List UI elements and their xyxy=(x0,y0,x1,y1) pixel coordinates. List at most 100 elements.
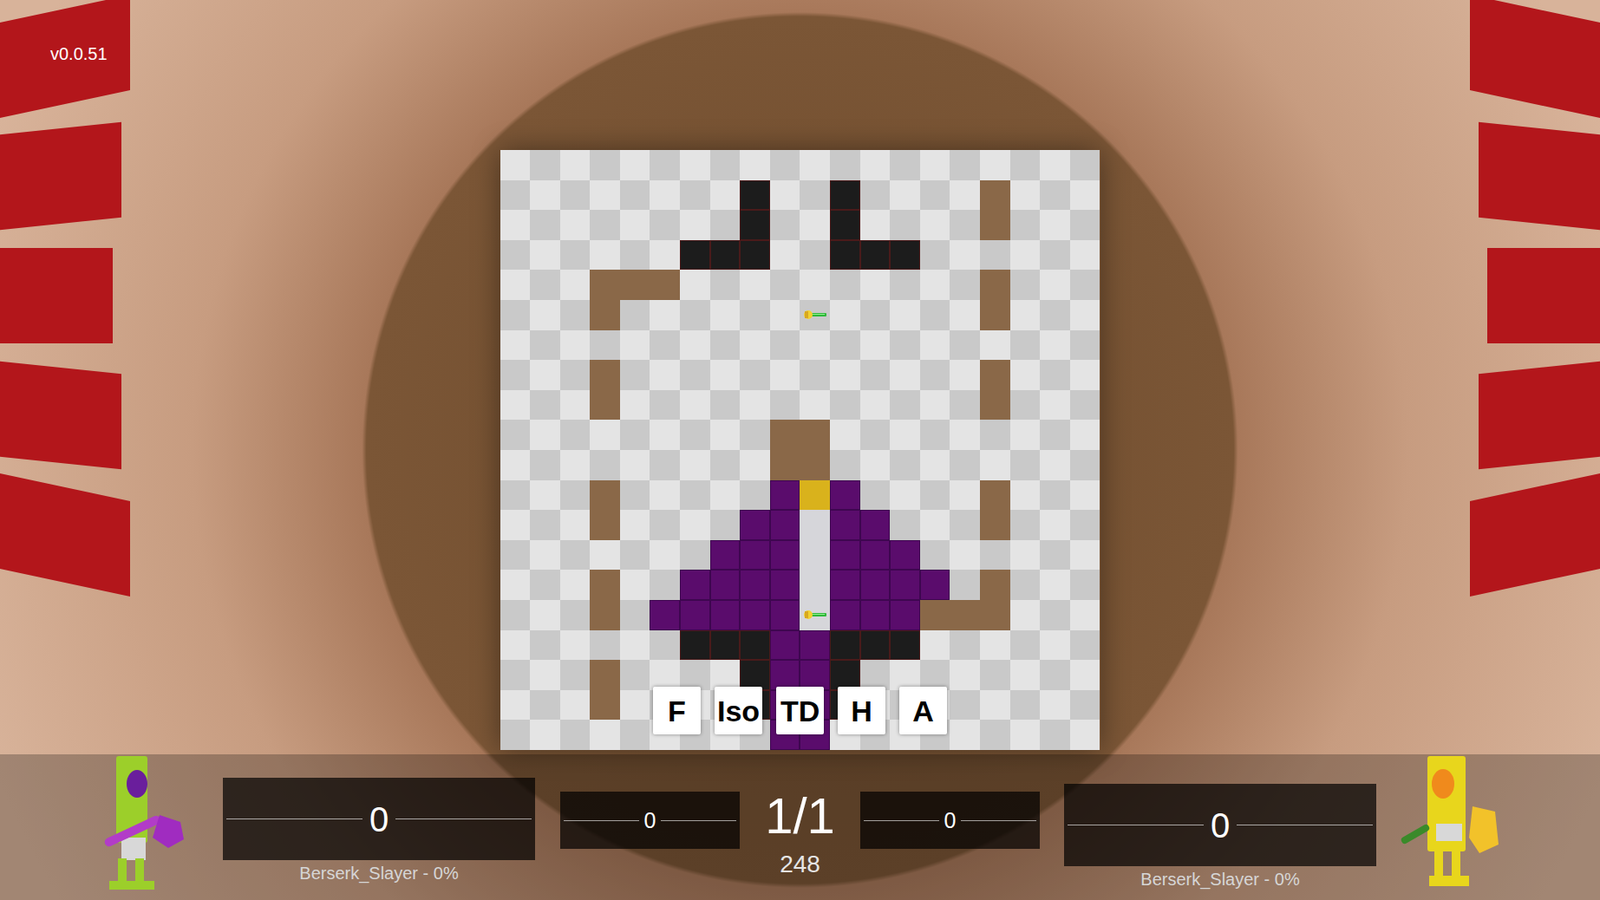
floor-tile xyxy=(620,540,651,571)
floor-tile xyxy=(1070,180,1101,211)
floor-tile xyxy=(529,300,561,331)
floor-tile xyxy=(1010,630,1041,661)
floor-tile xyxy=(889,480,921,511)
floor-tile xyxy=(589,719,621,751)
floor-tile xyxy=(799,390,830,421)
floor-tile xyxy=(500,269,531,301)
floor-tile xyxy=(649,450,680,481)
floor-tile xyxy=(649,480,680,511)
floor-tile xyxy=(889,330,921,361)
floor-tile xyxy=(829,300,861,331)
painted-tile xyxy=(829,480,861,511)
painted-tile xyxy=(770,600,801,631)
floor-tile xyxy=(1070,450,1101,481)
floor-tile xyxy=(620,390,651,421)
floor-tile xyxy=(679,659,711,691)
wall-tile xyxy=(979,390,1011,421)
floor-tile xyxy=(560,569,591,601)
floor-tile xyxy=(739,359,771,391)
wall-tile xyxy=(979,480,1011,511)
view-button[interactable]: TD xyxy=(776,686,824,735)
floor-tile xyxy=(829,269,861,301)
floor-tile xyxy=(979,719,1011,751)
floor-tile xyxy=(1039,540,1071,571)
floor-tile xyxy=(860,330,891,361)
floor-tile xyxy=(679,330,711,361)
floor-tile xyxy=(739,450,771,481)
floor-tile xyxy=(770,269,801,301)
seat-block xyxy=(1478,122,1600,231)
wall-tile xyxy=(979,569,1011,601)
floor-tile xyxy=(1039,180,1071,211)
painted-tile xyxy=(770,509,801,541)
floor-tile xyxy=(1039,300,1071,331)
floor-tile xyxy=(500,630,531,661)
painted-tile xyxy=(829,600,861,631)
floor-tile xyxy=(710,390,741,421)
floor-tile xyxy=(1070,540,1101,571)
floor-tile xyxy=(1010,359,1041,391)
floor-tile xyxy=(529,209,561,241)
floor-tile xyxy=(799,209,830,241)
floor-tile xyxy=(679,180,711,211)
floor-tile xyxy=(770,209,801,241)
wall-tile xyxy=(979,269,1011,301)
round-timer: 248 xyxy=(779,850,821,879)
floor-tile xyxy=(739,330,771,361)
floor-tile xyxy=(529,659,561,691)
block-tile xyxy=(889,630,921,661)
floor-tile xyxy=(920,359,951,391)
wall-tile xyxy=(589,359,621,391)
floor-tile xyxy=(500,659,531,691)
floor-tile xyxy=(949,659,980,691)
wall-tile xyxy=(979,180,1011,211)
floor-tile xyxy=(560,450,591,481)
painted-tile xyxy=(770,630,801,661)
floor-tile xyxy=(710,509,741,541)
block-tile xyxy=(829,630,861,661)
floor-tile xyxy=(589,240,621,271)
floor-tile xyxy=(620,630,651,661)
floor-tile xyxy=(1070,359,1101,391)
player-name: Berserk_Slayer - 0% xyxy=(1140,868,1300,891)
floor-tile xyxy=(829,419,861,451)
view-button[interactable]: A xyxy=(899,686,947,735)
floor-tile xyxy=(949,300,980,331)
painted-tile xyxy=(829,509,861,541)
seat-block xyxy=(0,122,122,231)
floor-tile xyxy=(1070,240,1101,271)
floor-tile xyxy=(739,419,771,451)
block-tile xyxy=(829,240,861,271)
floor-tile xyxy=(649,509,680,541)
painted-tile xyxy=(739,569,771,601)
view-button[interactable]: H xyxy=(837,686,886,735)
floor-tile xyxy=(799,150,830,181)
floor-tile xyxy=(889,419,921,451)
painted-tile xyxy=(770,569,801,601)
floor-tile xyxy=(620,509,651,541)
player-panel: 0 Berserk_Slayer - 0% xyxy=(1064,754,1377,891)
wall-tile xyxy=(979,209,1011,241)
stands-left xyxy=(0,0,165,625)
wall-tile xyxy=(920,600,951,631)
floor-tile xyxy=(560,269,591,301)
wall-tile xyxy=(979,600,1011,631)
floor-tile xyxy=(920,509,951,541)
floor-tile xyxy=(799,180,830,211)
floor-tile xyxy=(799,330,830,361)
view-button[interactable]: F xyxy=(653,686,701,735)
floor-tile xyxy=(500,569,531,601)
wall-tile xyxy=(979,359,1011,391)
wall-tile xyxy=(770,419,801,451)
painted-tile xyxy=(770,480,801,511)
view-button[interactable]: Iso xyxy=(714,686,763,735)
floor-tile xyxy=(1039,600,1071,631)
floor-tile xyxy=(500,419,531,451)
painted-tile xyxy=(710,600,741,631)
floor-tile xyxy=(1039,719,1071,751)
floor-tile xyxy=(649,359,680,391)
floor-tile xyxy=(949,359,980,391)
floor-tile xyxy=(889,269,921,301)
floor-tile xyxy=(589,150,621,181)
arena-area: F Iso TD HA xyxy=(0,0,1600,751)
